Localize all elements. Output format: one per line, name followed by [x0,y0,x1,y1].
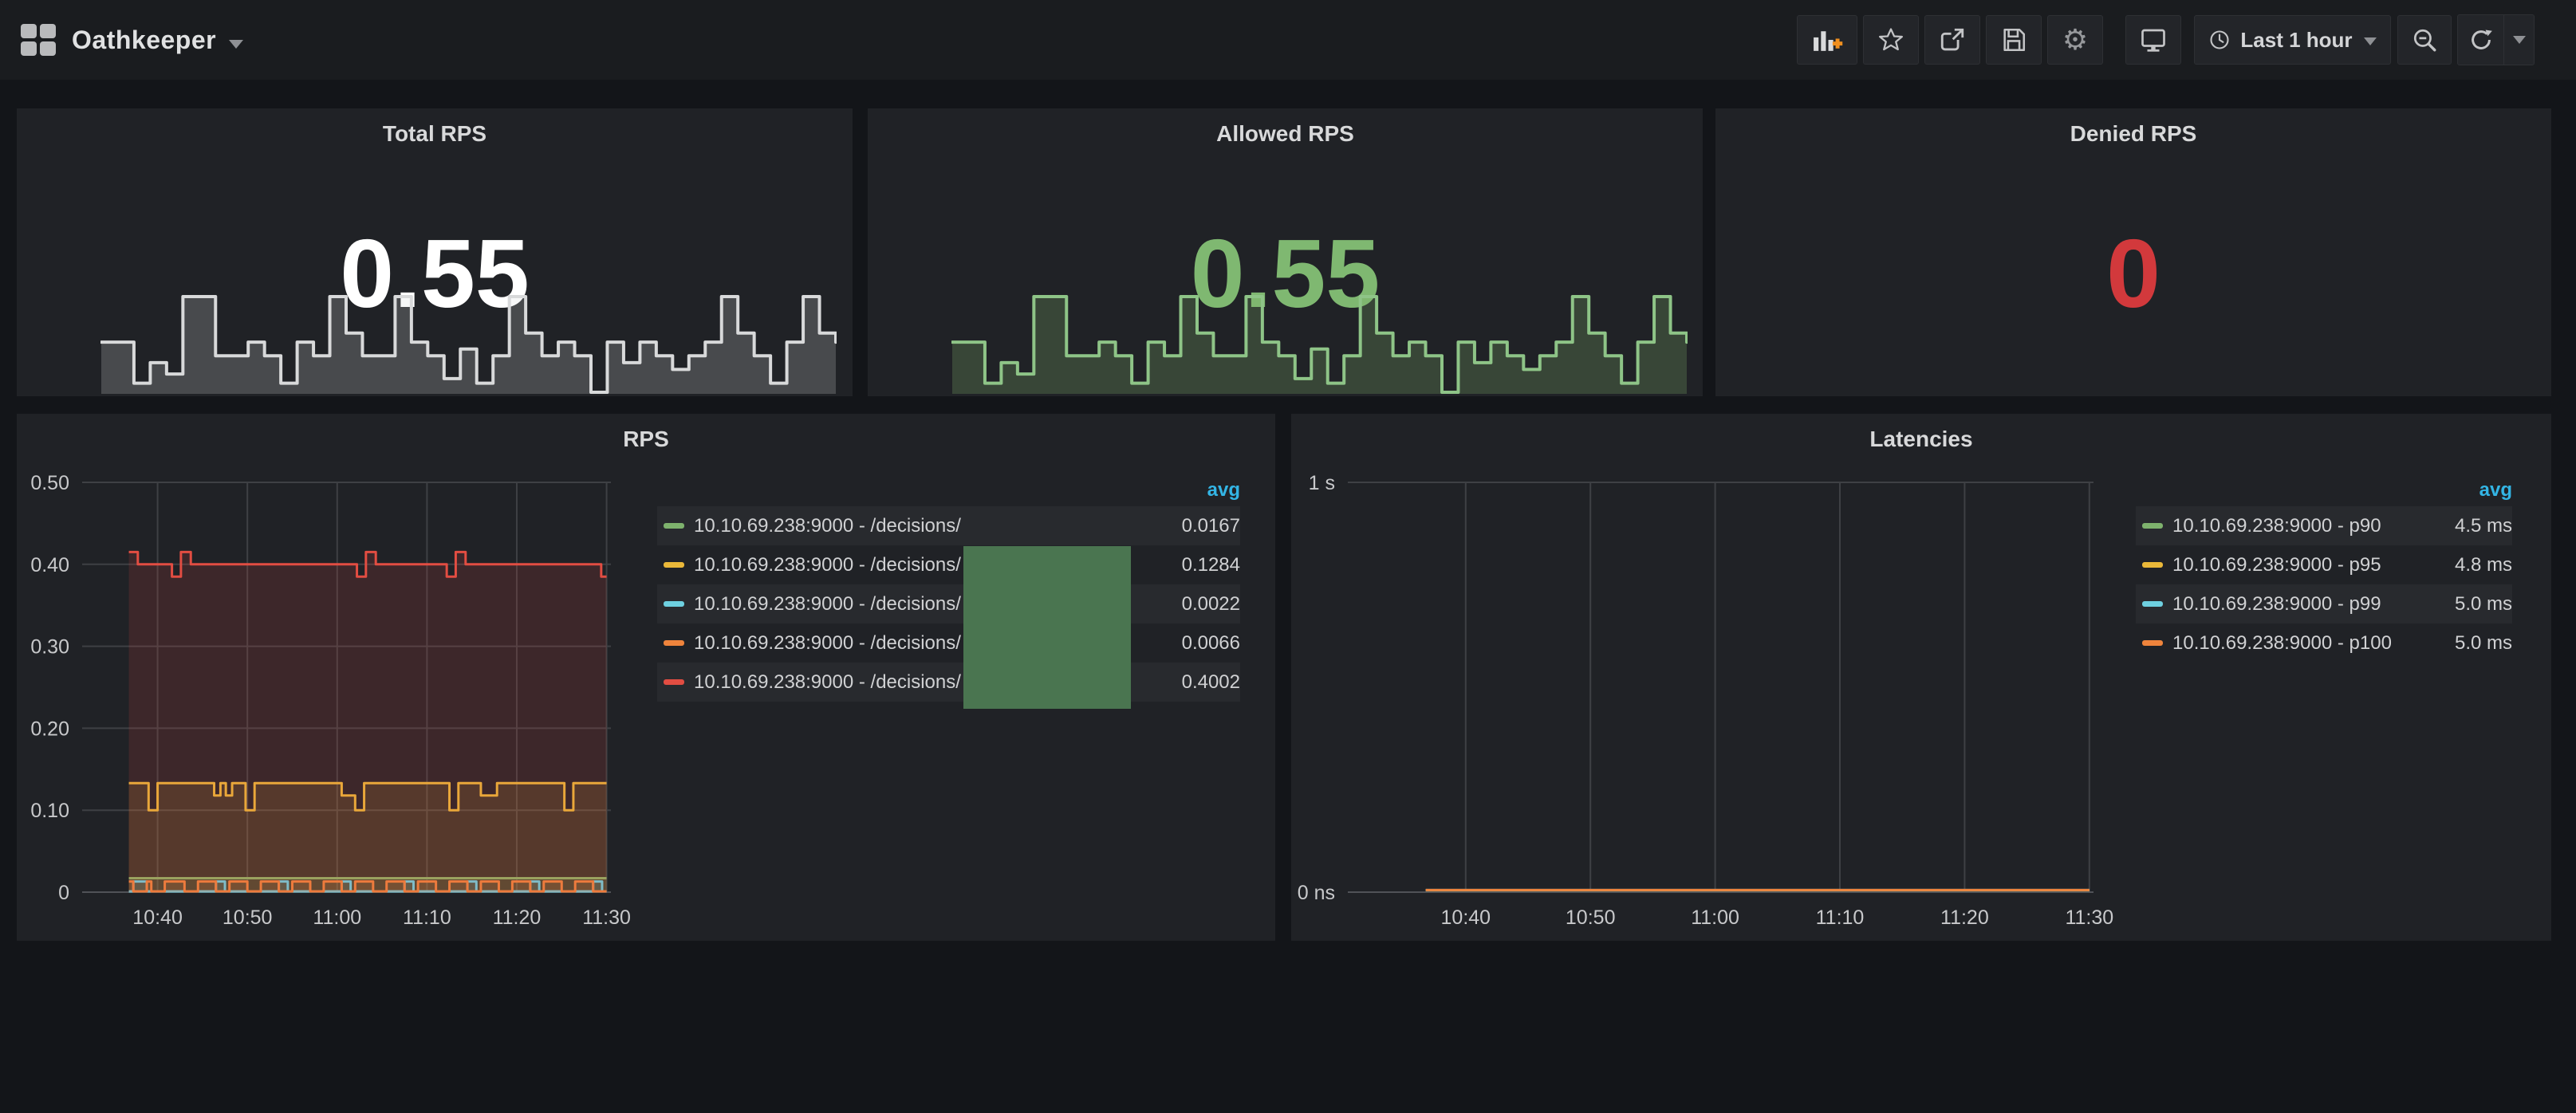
cycle-view-button[interactable] [2125,15,2181,65]
stat-value-denied-rps: 0 [1715,225,2551,322]
svg-text:10:40: 10:40 [132,907,183,929]
toolbar: ⚙ Last 1 hour [1791,14,2535,65]
svg-text:10:50: 10:50 [223,907,273,929]
legend-avg-header[interactable]: avg [657,474,1240,506]
zoom-out-icon [2411,26,2438,53]
panel-total-rps: Total RPS 0.55 [17,108,853,396]
panel-denied-rps: Denied RPS 0 [1715,108,2551,396]
panel-title[interactable]: Total RPS [17,121,853,147]
series-color-swatch [2142,523,2163,529]
series-color-swatch [664,679,684,685]
add-panel-button[interactable] [1797,15,1857,65]
legend-row[interactable]: 10.10.69.238:9000 - p99 5.0 ms [2136,584,2512,623]
settings-button[interactable]: ⚙ [2047,15,2103,65]
legend-avg-value: 5.0 ms [2455,632,2512,655]
legend-series-label: 10.10.69.238:9000 - p99 [2172,593,2445,615]
panel-allowed-rps: Allowed RPS 0.55 [868,108,1703,396]
refresh-button-group [2457,14,2535,65]
series-color-swatch [2142,601,2163,607]
chevron-down-icon [2364,37,2377,45]
legend-row[interactable]: 10.10.69.238:9000 - p100 5.0 ms [2136,623,2512,663]
chevron-down-icon [229,40,243,49]
legend-series-label: 10.10.69.238:9000 - p95 [2172,554,2445,576]
zoom-out-button[interactable] [2397,15,2452,65]
series-color-swatch [664,601,684,607]
svg-text:11:00: 11:00 [1691,907,1739,929]
dashboard-picker[interactable]: Oathkeeper [21,24,243,56]
navbar: Oathkeeper [0,0,2576,80]
svg-text:11:10: 11:10 [403,907,451,929]
share-icon [1939,26,1966,53]
time-range-label: Last 1 hour [2240,28,2352,53]
series-color-swatch [664,562,684,568]
svg-text:11:30: 11:30 [2065,907,2113,929]
monitor-icon [2139,26,2168,54]
legend-series-label: 10.10.69.238:9000 - p100 [2172,632,2445,655]
chevron-down-icon [2513,36,2526,44]
dashboard-title: Oathkeeper [72,26,216,55]
dashboards-grid-icon [21,24,56,56]
svg-text:10:40: 10:40 [1441,907,1491,929]
gear-icon: ⚙ [2062,26,2088,54]
legend-row[interactable]: 10.10.69.238:9000 - /decisions/0.0066 [657,623,1240,663]
add-panel-icon [1811,26,1843,53]
series-color-swatch [2142,640,2163,646]
svg-text:11:10: 11:10 [1816,907,1865,929]
panel-rps: RPS 00.100.200.300.400.5010:4010:5011:00… [17,414,1275,941]
legend-avg-value: 4.8 ms [2455,554,2512,576]
svg-text:0.30: 0.30 [30,636,69,659]
legend-avg-value: 4.5 ms [2455,515,2512,537]
svg-text:11:00: 11:00 [313,907,361,929]
legend-avg-value: 5.0 ms [2455,593,2512,615]
share-button[interactable] [1924,15,1980,65]
svg-text:0.50: 0.50 [30,472,69,494]
legend-row[interactable]: 10.10.69.238:9000 - p95 4.8 ms [2136,545,2512,584]
star-icon [1877,26,1904,53]
legend-row[interactable]: 10.10.69.238:9000 - /decisions/0.0167 [657,506,1240,545]
legend-series-label: 10.10.69.238:9000 - p90 [2172,515,2445,537]
svg-text:0.40: 0.40 [30,554,69,576]
panel-latencies: Latencies 0 ns1 s10:4010:5011:0011:1011:… [1291,414,2551,941]
legend-avg-value: 0.0167 [1182,515,1240,537]
total-rps-sparkline [100,295,837,394]
svg-text:11:20: 11:20 [1940,907,1989,929]
series-color-swatch [2142,562,2163,568]
svg-text:0.20: 0.20 [30,718,69,740]
svg-text:0: 0 [58,882,69,904]
allowed-rps-sparkline [951,295,1688,394]
legend-avg-value: 0.0022 [1182,593,1240,615]
legend-row[interactable]: 10.10.69.238:9000 - /decisions/0.1284 [657,545,1240,584]
save-icon [2000,26,2027,53]
refresh-interval-dropdown[interactable] [2504,15,2534,65]
svg-text:10:50: 10:50 [1566,907,1616,929]
legend-row[interactable]: 10.10.69.238:9000 - /decisions/0.0022 [657,584,1240,623]
clock-icon [2208,29,2231,51]
svg-text:0.10: 0.10 [30,800,69,822]
legend-row[interactable]: 10.10.69.238:9000 - p90 4.5 ms [2136,506,2512,545]
refresh-icon [2468,27,2494,53]
svg-text:11:20: 11:20 [493,907,542,929]
svg-text:0 ns: 0 ns [1298,882,1335,904]
legend-avg-header[interactable]: avg [2136,474,2512,506]
rps-legend: avg10.10.69.238:9000 - /decisions/0.0167… [657,474,1240,702]
svg-text:1 s: 1 s [1309,472,1335,494]
panel-title[interactable]: Denied RPS [1715,121,2551,147]
green-overlay-box [963,546,1131,709]
legend-row[interactable]: 10.10.69.238:9000 - /decisions/0.4002 [657,663,1240,702]
star-button[interactable] [1863,15,1919,65]
save-button[interactable] [1986,15,2042,65]
svg-text:11:30: 11:30 [582,907,631,929]
legend-avg-value: 0.1284 [1182,554,1240,576]
panel-title[interactable]: Allowed RPS [868,121,1703,147]
time-picker[interactable]: Last 1 hour [2194,15,2391,65]
legend-avg-value: 0.0066 [1182,632,1240,655]
series-color-swatch [664,523,684,529]
latencies-legend: avg10.10.69.238:9000 - p904.5 ms10.10.69… [2136,474,2512,663]
series-color-swatch [664,640,684,646]
legend-avg-value: 0.4002 [1182,671,1240,694]
refresh-button[interactable] [2458,15,2504,65]
legend-series-label: 10.10.69.238:9000 - /decisions/ [694,515,1172,537]
